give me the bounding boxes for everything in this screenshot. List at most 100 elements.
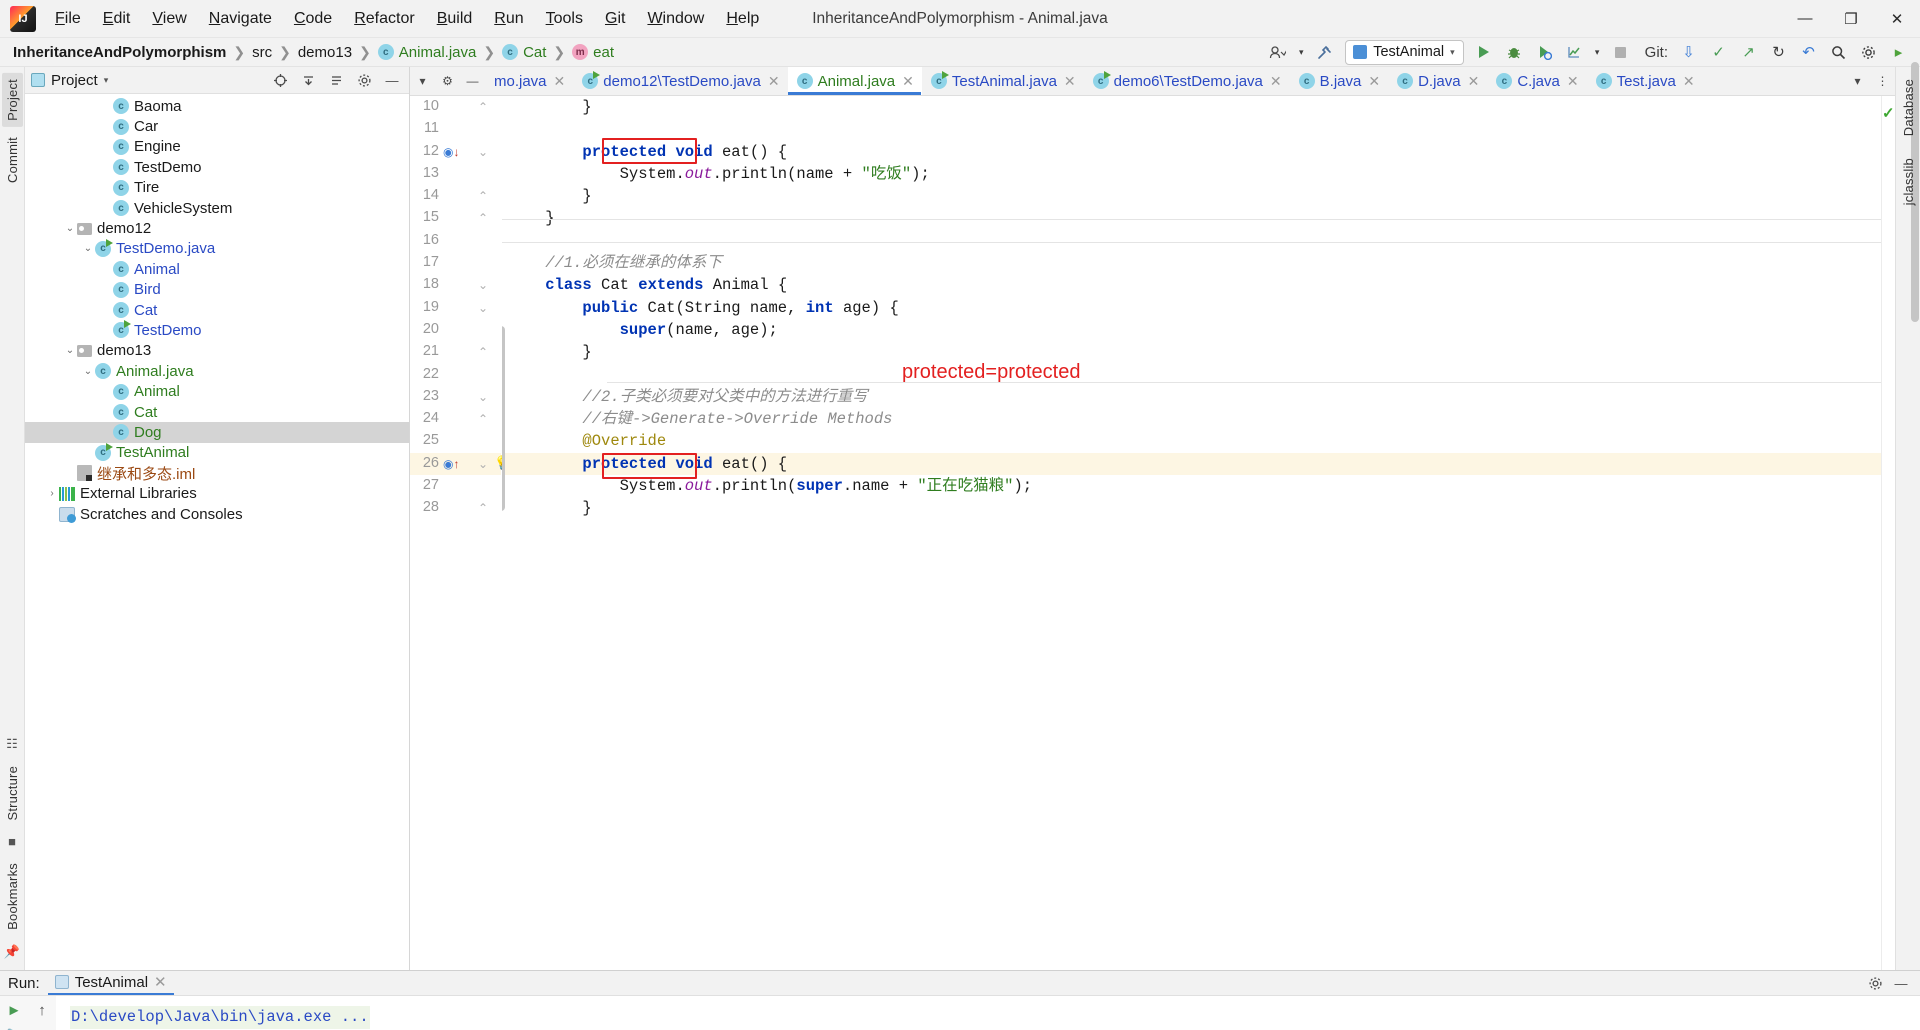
gutter-line[interactable]: 24 ⌃ [410,408,501,430]
git-update-icon[interactable]: ⇩ [1675,40,1702,65]
code-line[interactable] [502,230,1881,252]
code-line[interactable]: protected void eat() { [502,452,1881,476]
close-icon[interactable]: ✕ [1270,73,1282,90]
breadcrumb-item-cat[interactable]: c Cat [497,43,551,62]
gutter-line[interactable]: 25 [410,430,501,452]
tree-item[interactable]: ⌄ c Animal.java [25,361,409,381]
gutter-line[interactable]: 20 [410,319,501,341]
close-icon[interactable]: ✕ [1064,73,1076,90]
close-button[interactable]: ✕ [1874,0,1920,37]
code-line[interactable]: } [502,185,1881,207]
tree-item[interactable]: 继承和多态.iml [25,463,409,483]
chevron-down-icon[interactable]: ▾ [1591,40,1604,65]
run-button[interactable] [1471,40,1498,65]
maximize-button[interactable]: ❐ [1828,0,1874,37]
chevron-down-icon[interactable]: ⌄ [63,345,77,356]
code-fold-icon[interactable]: ⌃ [478,412,488,426]
close-icon[interactable]: ✕ [1567,73,1579,90]
menu-file[interactable]: File [44,5,92,33]
code-fold-icon[interactable]: ⌄ [478,457,488,471]
code-line[interactable]: class Cat extends Animal { [502,274,1881,296]
gutter-line[interactable]: 11 [410,118,501,140]
editor-tab-testjava[interactable]: c Test.java ✕ [1587,67,1703,95]
build-hammer-icon[interactable] [1311,40,1338,65]
code-fold-icon[interactable]: ⌃ [478,189,488,203]
tree-item[interactable]: c Engine [25,137,409,157]
close-icon[interactable]: ✕ [154,973,167,991]
panel-settings-gear-icon[interactable] [353,70,375,91]
hide-run-panel-icon[interactable]: — [1890,973,1912,994]
code-area[interactable]: } protected void eat() { System.out.prin… [502,96,1881,970]
tree-item[interactable]: c TestDemo [25,320,409,340]
gutter-line[interactable]: 26◉↑⌄💡 [410,452,510,476]
debug-button[interactable] [1501,40,1528,65]
editor-tab-demo6testdemojava[interactable]: c demo6\TestDemo.java ✕ [1084,67,1290,95]
chevron-down-icon[interactable]: ⌄ [81,366,95,377]
tree-item[interactable]: c Animal [25,259,409,279]
git-commit-icon[interactable]: ✓ [1705,40,1732,65]
tree-item[interactable]: ⌄ c TestDemo.java [25,238,409,259]
code-line[interactable]: //1.必须在继承的体系下 [502,252,1881,274]
code-line[interactable]: //右键->Generate->Override Methods [502,408,1881,430]
code-line[interactable]: } [502,341,1881,363]
tab-settings-icon[interactable]: ⚙ [435,67,460,95]
select-opened-file-icon[interactable] [269,70,291,91]
code-line[interactable]: } [502,497,1881,519]
git-history-icon[interactable]: ↻ [1765,40,1792,65]
code-line[interactable]: @Override [502,430,1881,452]
gutter-line[interactable]: 23 ⌄ [410,386,501,408]
tree-item[interactable]: c TestDemo [25,157,409,177]
chevron-down-icon[interactable]: ⌄ [81,243,95,254]
code-line[interactable]: super(name, age); [502,319,1881,341]
gutter-line[interactable]: 10 ⌃ [410,96,501,118]
tree-item[interactable]: c VehicleSystem [25,198,409,218]
pin-icon[interactable]: 📌 [4,944,20,960]
hide-panel-icon[interactable]: — [381,70,403,91]
undo-icon[interactable]: ↶ [1795,40,1822,65]
gutter-line[interactable]: 17 [410,252,501,274]
gutter-line[interactable]: 16 [410,230,501,252]
search-everywhere-icon[interactable]: ▸ [1885,40,1912,65]
rerun-icon[interactable]: ► [7,1002,22,1019]
code-fold-icon[interactable]: ⌄ [478,390,488,404]
scroll-up-icon[interactable]: ↑ [38,1002,46,1019]
close-icon[interactable]: ✕ [902,73,914,90]
profile-button[interactable] [1561,40,1588,65]
project-tree[interactable]: c Baoma c Car c Engine c TestDemo c Tire c VehicleS… [25,94,409,970]
editor-marker-column[interactable]: ✓ [1881,96,1895,970]
close-icon[interactable]: ✕ [1368,73,1380,90]
gutter-line[interactable]: 14 ⌃ [410,185,501,207]
tree-item[interactable]: c Car [25,116,409,136]
tree-item[interactable]: ⌄ demo13 [25,341,409,361]
close-icon[interactable]: ✕ [768,73,780,90]
gutter-line[interactable]: 27 [410,475,501,497]
menu-refactor[interactable]: Refactor [343,5,425,33]
run-with-coverage-button[interactable] [1531,40,1558,65]
editor-tab-demo12testdemojava[interactable]: c demo12\TestDemo.java ✕ [573,67,787,95]
rail-tab-database[interactable]: Database [1898,73,1919,142]
breadcrumb-item-src[interactable]: src [247,43,277,62]
minimize-button[interactable]: — [1782,0,1828,37]
chevron-right-icon[interactable]: › [45,488,59,499]
search-icon[interactable] [1825,40,1852,65]
code-line[interactable]: //2.子类必须要对父类中的方法进行重写 [502,386,1881,408]
tab-more-options-icon[interactable]: ⋮ [1870,67,1895,95]
editor-tab-cjava[interactable]: c C.java ✕ [1487,67,1586,95]
breadcrumb-item-demo13[interactable]: demo13 [293,43,357,62]
menu-help[interactable]: Help [715,5,770,33]
hide-tabs-icon[interactable]: — [460,67,485,95]
tree-item[interactable]: c Bird [25,280,409,300]
breadcrumb-item-inheritanceandpolymorphism[interactable]: InheritanceAndPolymorphism [8,43,231,62]
tab-overflow-icon[interactable]: ▾ [1845,67,1870,95]
run-tab-testanimal[interactable]: TestAnimal ✕ [47,971,174,995]
gutter-override-down-icon[interactable]: ◉↓ [443,145,459,159]
code-line[interactable] [502,118,1881,140]
editor-scrollbar[interactable] [502,326,505,511]
code-line[interactable]: protected void eat() { [502,141,1881,163]
editor-tab-mojava[interactable]: mo.java ✕ [485,67,573,95]
close-icon[interactable]: ✕ [554,73,566,90]
expand-icon[interactable] [325,70,347,91]
tree-item[interactable]: c Cat [25,300,409,320]
tree-item[interactable]: c Tire [25,178,409,198]
gutter-line[interactable]: 12 ◉↓ ⌄ [410,141,501,163]
